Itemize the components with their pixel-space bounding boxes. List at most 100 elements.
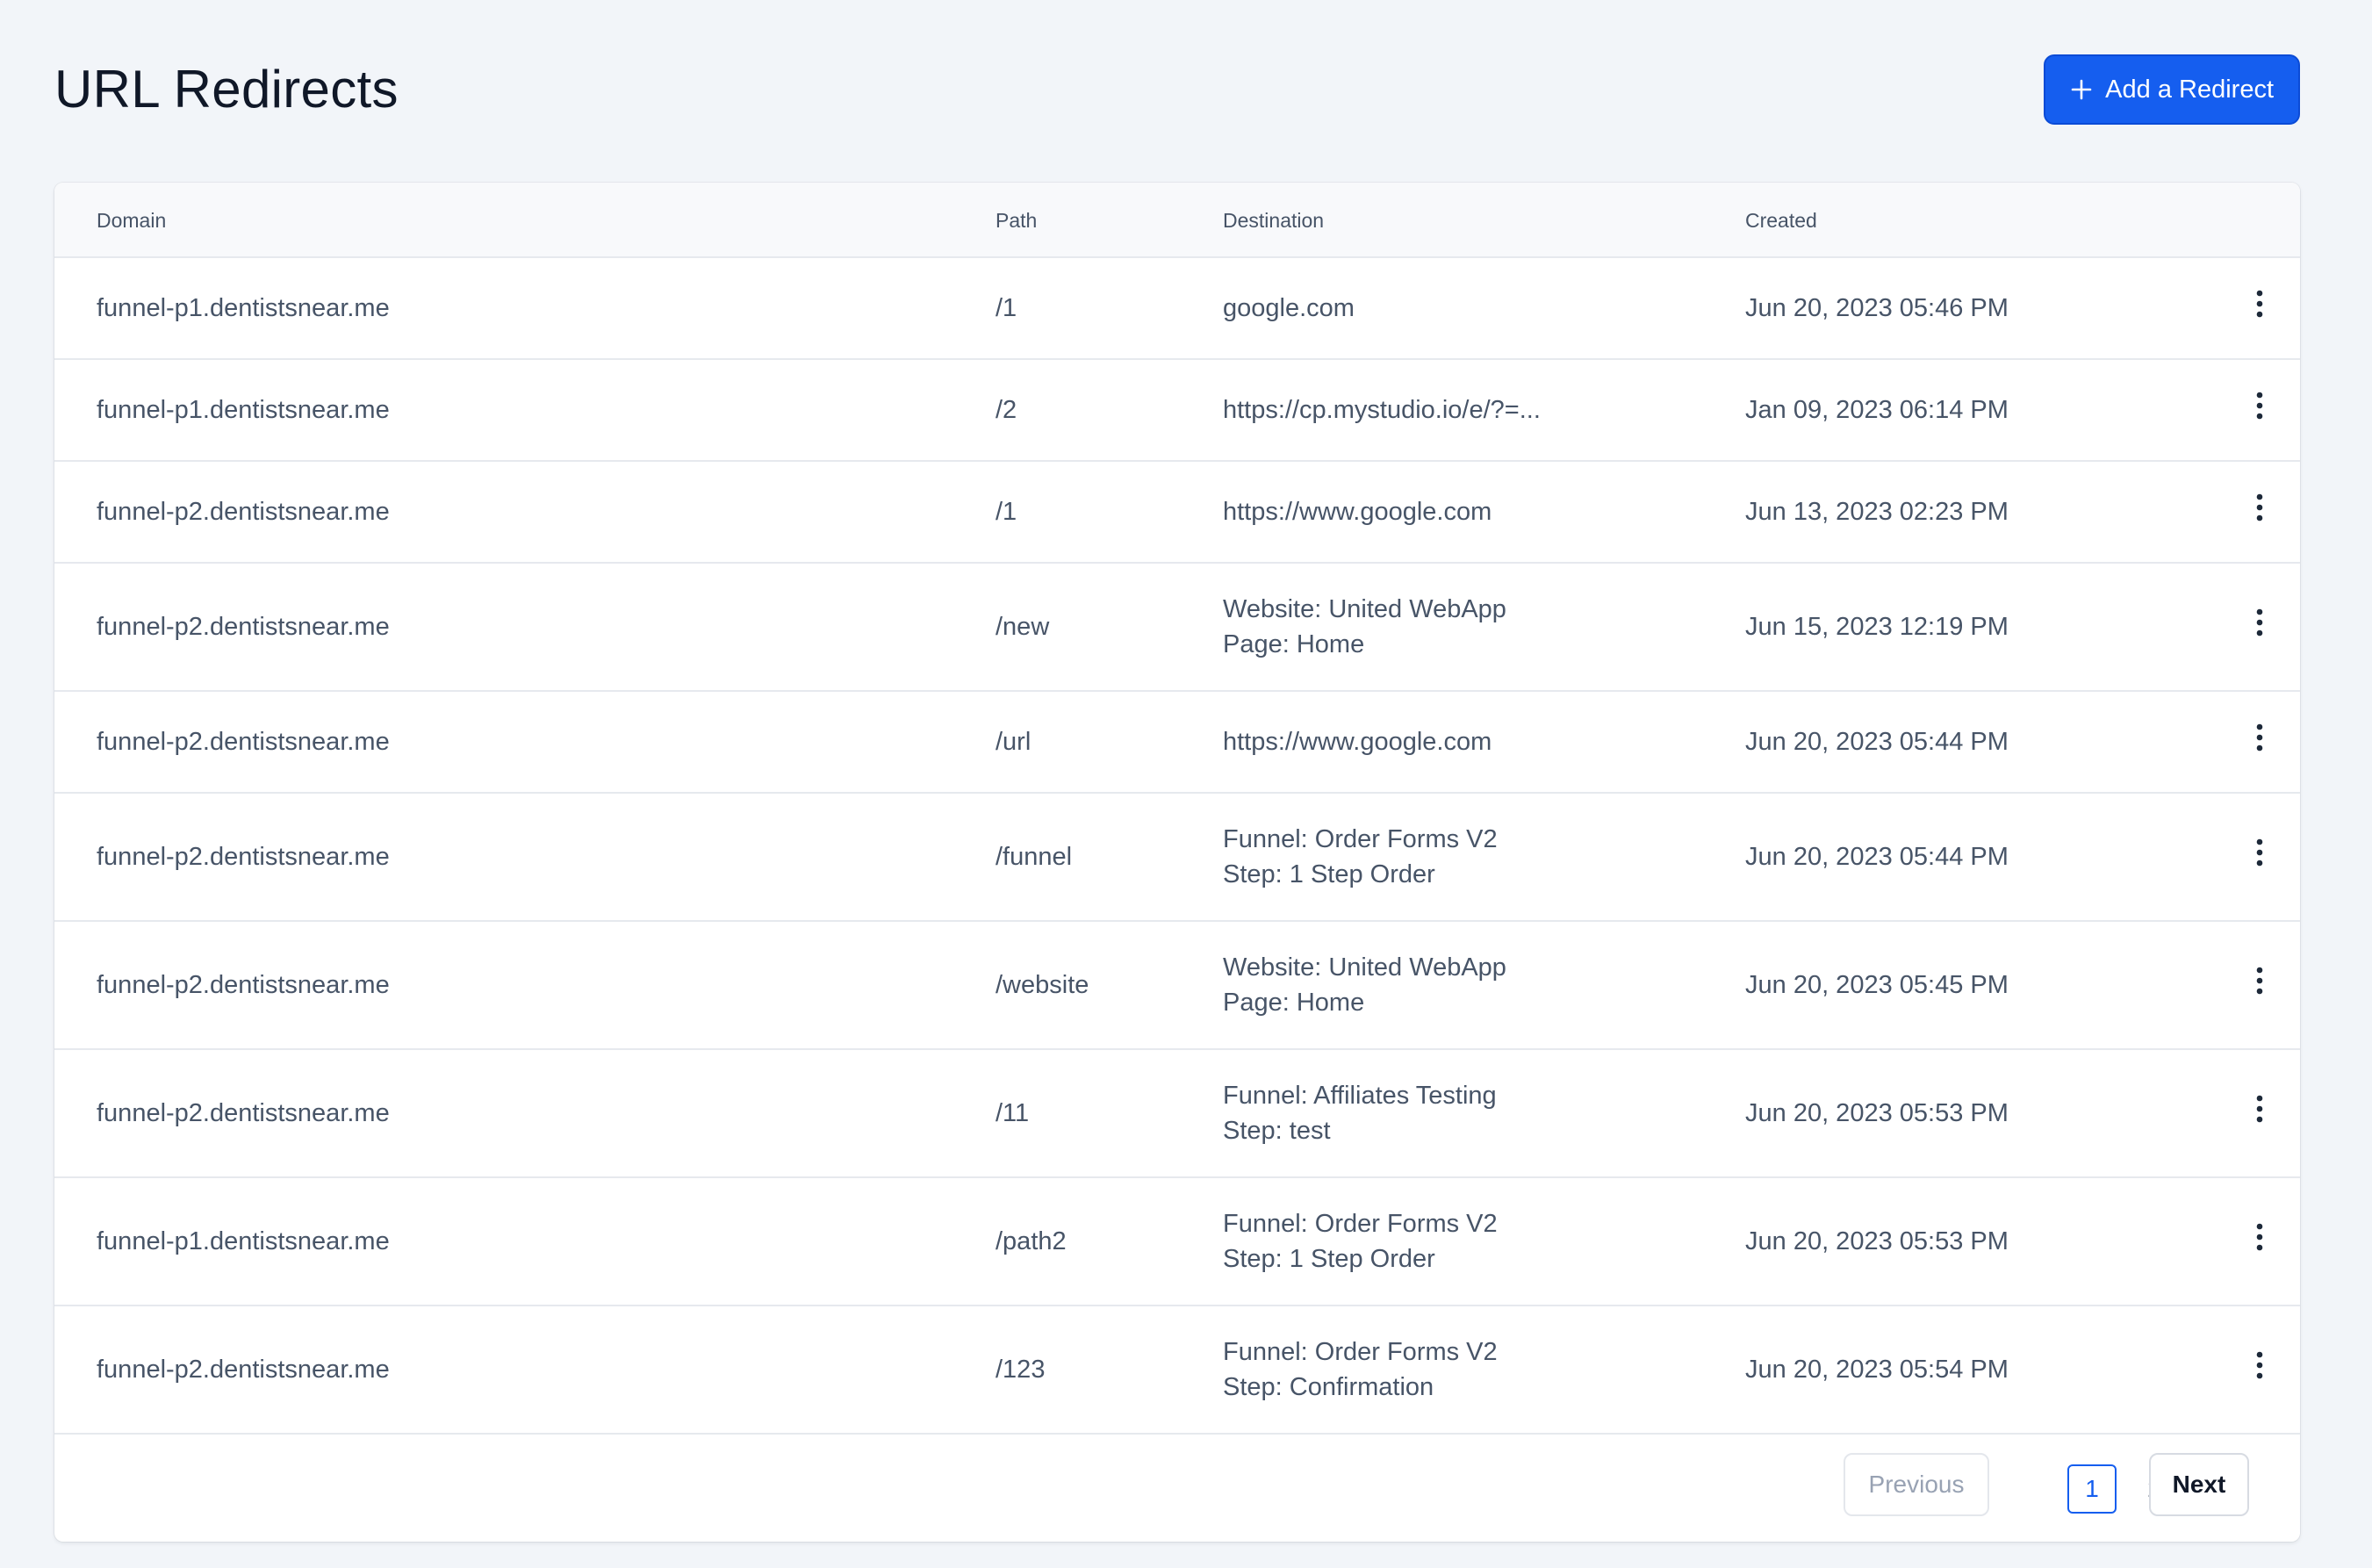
destination-cell: https://www.google.com: [1223, 494, 1491, 529]
path-cell: /path2: [996, 1227, 1067, 1255]
destination-line: https://www.google.com: [1223, 498, 1492, 526]
domain-cell: funnel-p2.dentistsnear.me: [97, 971, 390, 999]
next-page-button[interactable]: Next: [2149, 1453, 2249, 1516]
destination-line: google.com: [1223, 294, 1355, 322]
table-row[interactable]: funnel-p1.dentistsnear.me/1 google.com Jun…: [54, 258, 2300, 360]
vertical-dots-icon: [2256, 608, 2263, 646]
page-header: URL Redirects Add a Redirect: [54, 54, 2300, 125]
destination-cell: google.com: [1223, 291, 1355, 326]
path-cell: /1: [996, 498, 1017, 526]
destination-line: Page: Home: [1223, 630, 1365, 658]
redirects-table: Domain Path Destination Created funnel-p…: [54, 183, 2300, 1542]
vertical-dots-icon: [2256, 1223, 2263, 1261]
table-row[interactable]: funnel-p2.dentistsnear.me/11 Funnel: Affi…: [54, 1050, 2300, 1178]
path-cell: /2: [996, 396, 1017, 424]
destination-line: Step: test: [1223, 1117, 1331, 1145]
row-actions-menu-button[interactable]: [2244, 490, 2275, 534]
created-cell: Jun 13, 2023 02:23 PM: [1745, 498, 2009, 526]
created-cell: Jan 09, 2023 06:14 PM: [1745, 396, 2009, 424]
pagination: Previous 1 2 Next: [54, 1435, 2300, 1542]
destination-line: https://www.google.com: [1223, 728, 1492, 756]
vertical-dots-icon: [2256, 838, 2263, 876]
page-1-button[interactable]: 1: [2067, 1464, 2117, 1514]
add-redirect-button[interactable]: Add a Redirect: [2044, 54, 2300, 125]
path-cell: /1: [996, 294, 1017, 322]
table-row[interactable]: funnel-p2.dentistsnear.me/website Website…: [54, 922, 2300, 1050]
vertical-dots-icon: [2256, 290, 2263, 327]
destination-line: Website: United WebApp: [1223, 595, 1506, 623]
table-row[interactable]: funnel-p2.dentistsnear.me/funnel Funnel: …: [54, 794, 2300, 922]
row-actions-menu-button[interactable]: [2244, 286, 2275, 330]
row-actions-menu-button[interactable]: [2244, 720, 2275, 764]
destination-cell: https://www.google.com: [1223, 724, 1491, 759]
path-cell: /url: [996, 728, 1031, 756]
row-actions-menu-button[interactable]: [2244, 605, 2275, 649]
vertical-dots-icon: [2256, 392, 2263, 429]
table-row[interactable]: funnel-p1.dentistsnear.me/2 https://cp.my…: [54, 360, 2300, 462]
destination-line: Funnel: Order Forms V2: [1223, 825, 1498, 853]
destination-line: Step: 1 Step Order: [1223, 1245, 1435, 1273]
path-cell: /website: [996, 971, 1089, 999]
domain-cell: funnel-p2.dentistsnear.me: [97, 1356, 390, 1384]
destination-line: Funnel: Order Forms V2: [1223, 1210, 1498, 1238]
previous-page-button[interactable]: Previous: [1844, 1453, 1989, 1516]
domain-cell: funnel-p2.dentistsnear.me: [97, 843, 390, 871]
table-body: funnel-p1.dentistsnear.me/1 google.com Jun…: [54, 258, 2300, 1435]
row-actions-menu-button[interactable]: [2244, 1219, 2275, 1263]
column-header-path: Path: [996, 209, 1038, 232]
table-header: Domain Path Destination Created: [54, 183, 2300, 258]
created-cell: Jun 20, 2023 05:44 PM: [1745, 728, 2009, 756]
created-cell: Jun 20, 2023 05:44 PM: [1745, 843, 2009, 871]
destination-line: Funnel: Affiliates Testing: [1223, 1082, 1497, 1110]
path-cell: /11: [996, 1099, 1030, 1127]
url-redirects-page: URL Redirects Add a Redirect Domain Path…: [0, 0, 2372, 1568]
column-header-created: Created: [1745, 209, 1817, 232]
destination-line: https://cp.mystudio.io/e/?=...: [1223, 396, 1541, 424]
table-row[interactable]: funnel-p2.dentistsnear.me/123 Funnel: Ord…: [54, 1306, 2300, 1435]
vertical-dots-icon: [2256, 1095, 2263, 1133]
vertical-dots-icon: [2256, 723, 2263, 761]
table-row[interactable]: funnel-p2.dentistsnear.me/new Website: Un…: [54, 564, 2300, 692]
domain-cell: funnel-p2.dentistsnear.me: [97, 498, 390, 526]
vertical-dots-icon: [2256, 1351, 2263, 1389]
destination-cell: Website: United WebApp Page: Home: [1223, 592, 1506, 662]
domain-cell: funnel-p2.dentistsnear.me: [97, 613, 390, 641]
created-cell: Jun 20, 2023 05:53 PM: [1745, 1099, 2009, 1127]
path-cell: /funnel: [996, 843, 1073, 871]
domain-cell: funnel-p2.dentistsnear.me: [97, 1099, 390, 1127]
domain-cell: funnel-p2.dentistsnear.me: [97, 728, 390, 756]
domain-cell: funnel-p1.dentistsnear.me: [97, 396, 390, 424]
created-cell: Jun 20, 2023 05:54 PM: [1745, 1356, 2009, 1384]
row-actions-menu-button[interactable]: [2244, 835, 2275, 879]
column-header-domain: Domain: [97, 209, 167, 232]
destination-cell: Website: United WebApp Page: Home: [1223, 950, 1506, 1020]
table-row[interactable]: funnel-p2.dentistsnear.me/url https://www…: [54, 692, 2300, 794]
created-cell: Jun 20, 2023 05:45 PM: [1745, 971, 2009, 999]
destination-line: Funnel: Order Forms V2: [1223, 1338, 1498, 1366]
created-cell: Jun 15, 2023 12:19 PM: [1745, 613, 2009, 641]
plus-icon: [2070, 78, 2093, 101]
page-title: URL Redirects: [54, 60, 399, 119]
row-actions-menu-button[interactable]: [2244, 1091, 2275, 1135]
destination-cell: Funnel: Order Forms V2 Step: 1 Step Order: [1223, 1206, 1498, 1277]
row-actions-menu-button[interactable]: [2244, 388, 2275, 432]
table-row[interactable]: funnel-p2.dentistsnear.me/1 https://www.g…: [54, 462, 2300, 564]
destination-cell: https://cp.mystudio.io/e/?=...: [1223, 392, 1541, 428]
destination-cell: Funnel: Affiliates Testing Step: test: [1223, 1078, 1497, 1148]
domain-cell: funnel-p1.dentistsnear.me: [97, 1227, 390, 1255]
destination-line: Website: United WebApp: [1223, 953, 1506, 982]
vertical-dots-icon: [2256, 967, 2263, 1004]
path-cell: /new: [996, 613, 1050, 641]
path-cell: /123: [996, 1356, 1046, 1384]
row-actions-menu-button[interactable]: [2244, 1348, 2275, 1392]
destination-cell: Funnel: Order Forms V2 Step: 1 Step Order: [1223, 822, 1498, 892]
destination-line: Step: 1 Step Order: [1223, 860, 1435, 888]
domain-cell: funnel-p1.dentistsnear.me: [97, 294, 390, 322]
add-redirect-button-label: Add a Redirect: [2105, 75, 2274, 104]
table-row[interactable]: funnel-p1.dentistsnear.me/path2 Funnel: O…: [54, 1178, 2300, 1306]
row-actions-menu-button[interactable]: [2244, 963, 2275, 1007]
column-header-destination: Destination: [1223, 209, 1325, 232]
destination-line: Step: Confirmation: [1223, 1373, 1434, 1401]
vertical-dots-icon: [2256, 493, 2263, 531]
destination-cell: Funnel: Order Forms V2 Step: Confirmation: [1223, 1334, 1498, 1405]
